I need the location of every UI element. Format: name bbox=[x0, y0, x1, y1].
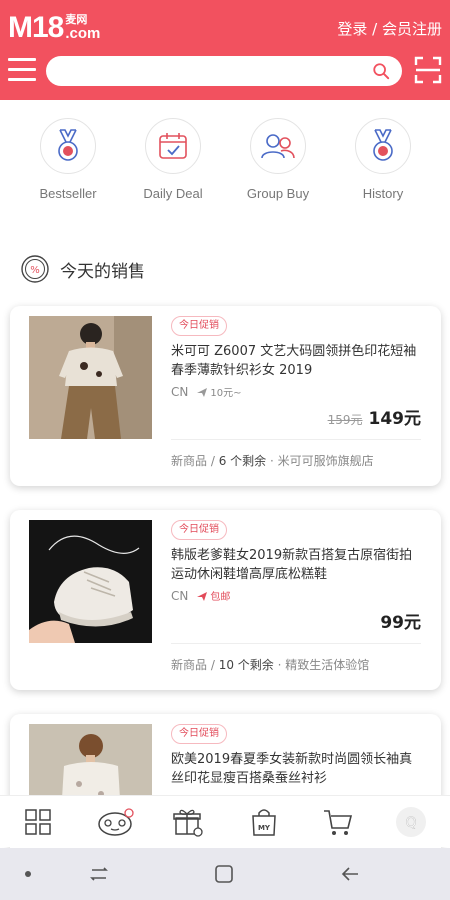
gift-icon[interactable] bbox=[172, 806, 204, 838]
my-bag-text: MY bbox=[258, 824, 271, 832]
quicknav-label: Daily Deal bbox=[143, 186, 203, 201]
sale-price: 149元 bbox=[368, 409, 422, 429]
quicknav-label: Group Buy bbox=[246, 186, 310, 201]
login-register-link[interactable]: 登录 / 会员注册 bbox=[337, 18, 442, 39]
svg-text:%: % bbox=[30, 265, 40, 276]
original-price: 159元 bbox=[327, 413, 363, 427]
meta-prefix: 新商品 / bbox=[171, 454, 219, 468]
promo-tag: 今日促销 bbox=[171, 724, 227, 744]
product-origin: CN 包邮 bbox=[171, 588, 230, 604]
logo-main-text: M18 bbox=[8, 11, 64, 44]
bottom-nav: MY Q bbox=[0, 795, 450, 847]
q-icon[interactable]: Q bbox=[395, 806, 427, 838]
scan-icon[interactable] bbox=[414, 56, 442, 84]
plane-icon bbox=[197, 591, 208, 601]
product-card[interactable]: 今日促销 韩版老爹鞋女2019新款百搭复古原宿街拍运动休闲鞋增高厚底松糕鞋 CN… bbox=[10, 510, 441, 690]
stock-count: 6 个剩余 bbox=[218, 454, 267, 468]
product-title[interactable]: 米可可 Z6007 文艺大码圆领拼色印花短袖春季薄款针织衫女 2019 bbox=[171, 342, 423, 380]
origin-text: CN bbox=[171, 588, 189, 603]
medal-icon bbox=[355, 118, 411, 174]
quicknav-bestseller[interactable]: Bestseller bbox=[13, 118, 123, 201]
medal-icon bbox=[40, 118, 96, 174]
quicknav-label: Bestseller bbox=[39, 186, 97, 201]
product-origin: CN 10元~ bbox=[171, 384, 241, 400]
origin-text: CN bbox=[171, 384, 189, 399]
price-block: 99元 bbox=[380, 608, 421, 633]
m18-logo[interactable]: M18 麦网 .com bbox=[8, 12, 100, 44]
shipping-info: 包邮 bbox=[196, 588, 230, 603]
quicknav-label: History bbox=[362, 186, 404, 201]
discount-icon: % bbox=[21, 255, 49, 283]
quicknav-history[interactable]: History bbox=[328, 118, 438, 201]
header-bar: M18 麦网 .com 登录 / 会员注册 bbox=[0, 0, 450, 100]
product-title[interactable]: 欧美2019春夏季女装新款时尚圆领长袖真丝印花显瘦百搭桑蚕丝衬衫 bbox=[171, 750, 423, 788]
product-card[interactable]: 今日促销 米可可 Z6007 文艺大码圆领拼色印花短袖春季薄款针织衫女 2019… bbox=[10, 306, 441, 486]
shipping-info: 10元~ bbox=[196, 384, 241, 399]
menu-icon[interactable] bbox=[8, 58, 36, 82]
shipping-text: 包邮 bbox=[210, 592, 231, 603]
logo-com-text: .com bbox=[65, 25, 101, 42]
mascot-icon[interactable] bbox=[95, 806, 135, 838]
back-icon[interactable] bbox=[340, 864, 360, 884]
product-meta: 新商品 / 10 个剩余 · 精致生活体验馆 bbox=[171, 656, 369, 673]
search-input[interactable] bbox=[46, 56, 402, 86]
plane-icon bbox=[197, 387, 208, 397]
system-nav-bar bbox=[0, 848, 450, 900]
sale-price: 99元 bbox=[380, 613, 421, 633]
search-icon[interactable] bbox=[372, 62, 390, 80]
cart-icon[interactable] bbox=[322, 806, 354, 838]
product-image[interactable] bbox=[29, 316, 152, 439]
divider bbox=[171, 439, 421, 440]
dot-icon[interactable] bbox=[24, 870, 32, 878]
recents-icon[interactable] bbox=[88, 864, 110, 884]
grid-icon[interactable] bbox=[22, 806, 54, 838]
shop-name[interactable]: · 米可可服饰旗舰店 bbox=[266, 454, 374, 468]
product-image[interactable] bbox=[29, 520, 152, 643]
home-icon[interactable] bbox=[214, 864, 234, 884]
quicknav-daily-deal[interactable]: Daily Deal bbox=[118, 118, 228, 201]
section-header: % 今天的销售 bbox=[20, 253, 145, 285]
group-icon bbox=[250, 118, 306, 174]
promo-tag: 今日促销 bbox=[171, 520, 227, 540]
shipping-text: 10元~ bbox=[210, 388, 242, 399]
app-screen: M18 麦网 .com 登录 / 会员注册 Bestseller Daily D… bbox=[0, 0, 450, 900]
product-meta: 新商品 / 6 个剩余 · 米可可服饰旗舰店 bbox=[171, 452, 374, 469]
divider bbox=[171, 643, 421, 644]
product-title[interactable]: 韩版老爹鞋女2019新款百搭复古原宿街拍运动休闲鞋增高厚底松糕鞋 bbox=[171, 546, 423, 584]
calendar-icon bbox=[145, 118, 201, 174]
quick-nav: Bestseller Daily Deal Group Buy History bbox=[0, 118, 450, 218]
quicknav-group-buy[interactable]: Group Buy bbox=[223, 118, 333, 201]
meta-prefix: 新商品 / bbox=[171, 658, 219, 672]
promo-tag: 今日促销 bbox=[171, 316, 227, 336]
my-bag-icon[interactable]: MY bbox=[248, 806, 280, 838]
stock-count: 10 个剩余 bbox=[218, 658, 274, 672]
price-block: 159元 149元 bbox=[328, 404, 421, 429]
section-title: 今天的销售 bbox=[60, 261, 145, 282]
q-icon-text: Q bbox=[405, 815, 416, 831]
shop-name[interactable]: · 精致生活体验馆 bbox=[274, 658, 370, 672]
